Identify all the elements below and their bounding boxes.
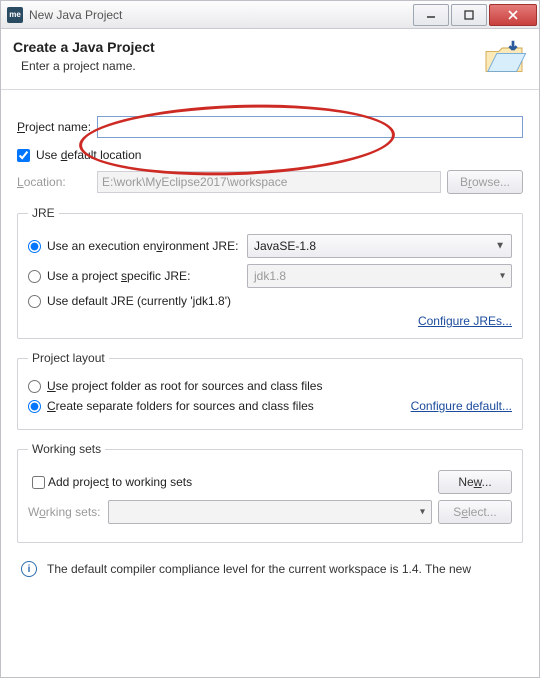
working-sets-legend: Working sets [28, 442, 105, 456]
jre-execution-env-label: Use an execution environment JRE: [47, 239, 247, 253]
add-to-working-sets-label: Add project to working sets [48, 475, 192, 489]
use-default-location-label: Use default location [36, 148, 141, 162]
layout-root-label: Use project folder as root for sources a… [47, 379, 322, 393]
configure-default-link[interactable]: Configure default... [411, 399, 512, 413]
layout-root-radio[interactable] [28, 380, 41, 393]
window-title: New Java Project [29, 8, 122, 22]
maximize-button[interactable] [451, 4, 487, 26]
working-sets-group: Working sets Add project to working sets… [17, 442, 523, 543]
info-row: i The default compiler compliance level … [17, 553, 523, 577]
jre-legend: JRE [28, 206, 59, 220]
use-default-location-checkbox[interactable] [17, 149, 30, 162]
chevron-down-icon: ▼ [495, 241, 505, 252]
info-text: The default compiler compliance level fo… [47, 562, 471, 576]
titlebar: me New Java Project [1, 1, 539, 29]
close-button[interactable] [489, 4, 537, 26]
new-working-set-button[interactable]: New... [438, 470, 512, 494]
jre-group: JRE Use an execution environment JRE: Ja… [17, 206, 523, 339]
chevron-down-icon: ▾ [500, 271, 505, 282]
minimize-button[interactable] [413, 4, 449, 26]
select-working-set-button[interactable]: Select... [438, 500, 512, 524]
folder-wizard-icon [481, 39, 527, 75]
jre-project-specific-select: jdk1.8 ▾ [247, 264, 512, 288]
project-name-input[interactable] [97, 116, 523, 138]
jre-default-label: Use default JRE (currently 'jdk1.8') [47, 294, 231, 308]
chevron-down-icon: ▾ [420, 507, 425, 518]
page-subtitle: Enter a project name. [13, 59, 481, 73]
working-sets-select: ▾ [108, 500, 432, 524]
browse-button[interactable]: Browse... [447, 170, 523, 194]
location-input [97, 171, 441, 193]
working-sets-label: Working sets: [28, 505, 108, 519]
layout-separate-radio[interactable] [28, 400, 41, 413]
app-icon: me [7, 7, 23, 23]
jre-default-radio[interactable] [28, 295, 41, 308]
project-name-label: Project name: [17, 120, 97, 134]
project-layout-legend: Project layout [28, 351, 109, 365]
location-label: Location: [17, 175, 97, 189]
layout-separate-label: Create separate folders for sources and … [47, 399, 314, 413]
add-to-working-sets-checkbox[interactable] [32, 476, 45, 489]
configure-jres-link[interactable]: Configure JREs... [28, 314, 512, 328]
dialog-header: Create a Java Project Enter a project na… [1, 29, 539, 90]
jre-execution-env-radio[interactable] [28, 240, 41, 253]
jre-project-specific-radio[interactable] [28, 270, 41, 283]
project-layout-group: Project layout Use project folder as roo… [17, 351, 523, 430]
jre-execution-env-select[interactable]: JavaSE-1.8 ▼ [247, 234, 512, 258]
info-icon: i [21, 561, 37, 577]
jre-project-specific-label: Use a project specific JRE: [47, 269, 247, 283]
page-title: Create a Java Project [13, 39, 481, 55]
